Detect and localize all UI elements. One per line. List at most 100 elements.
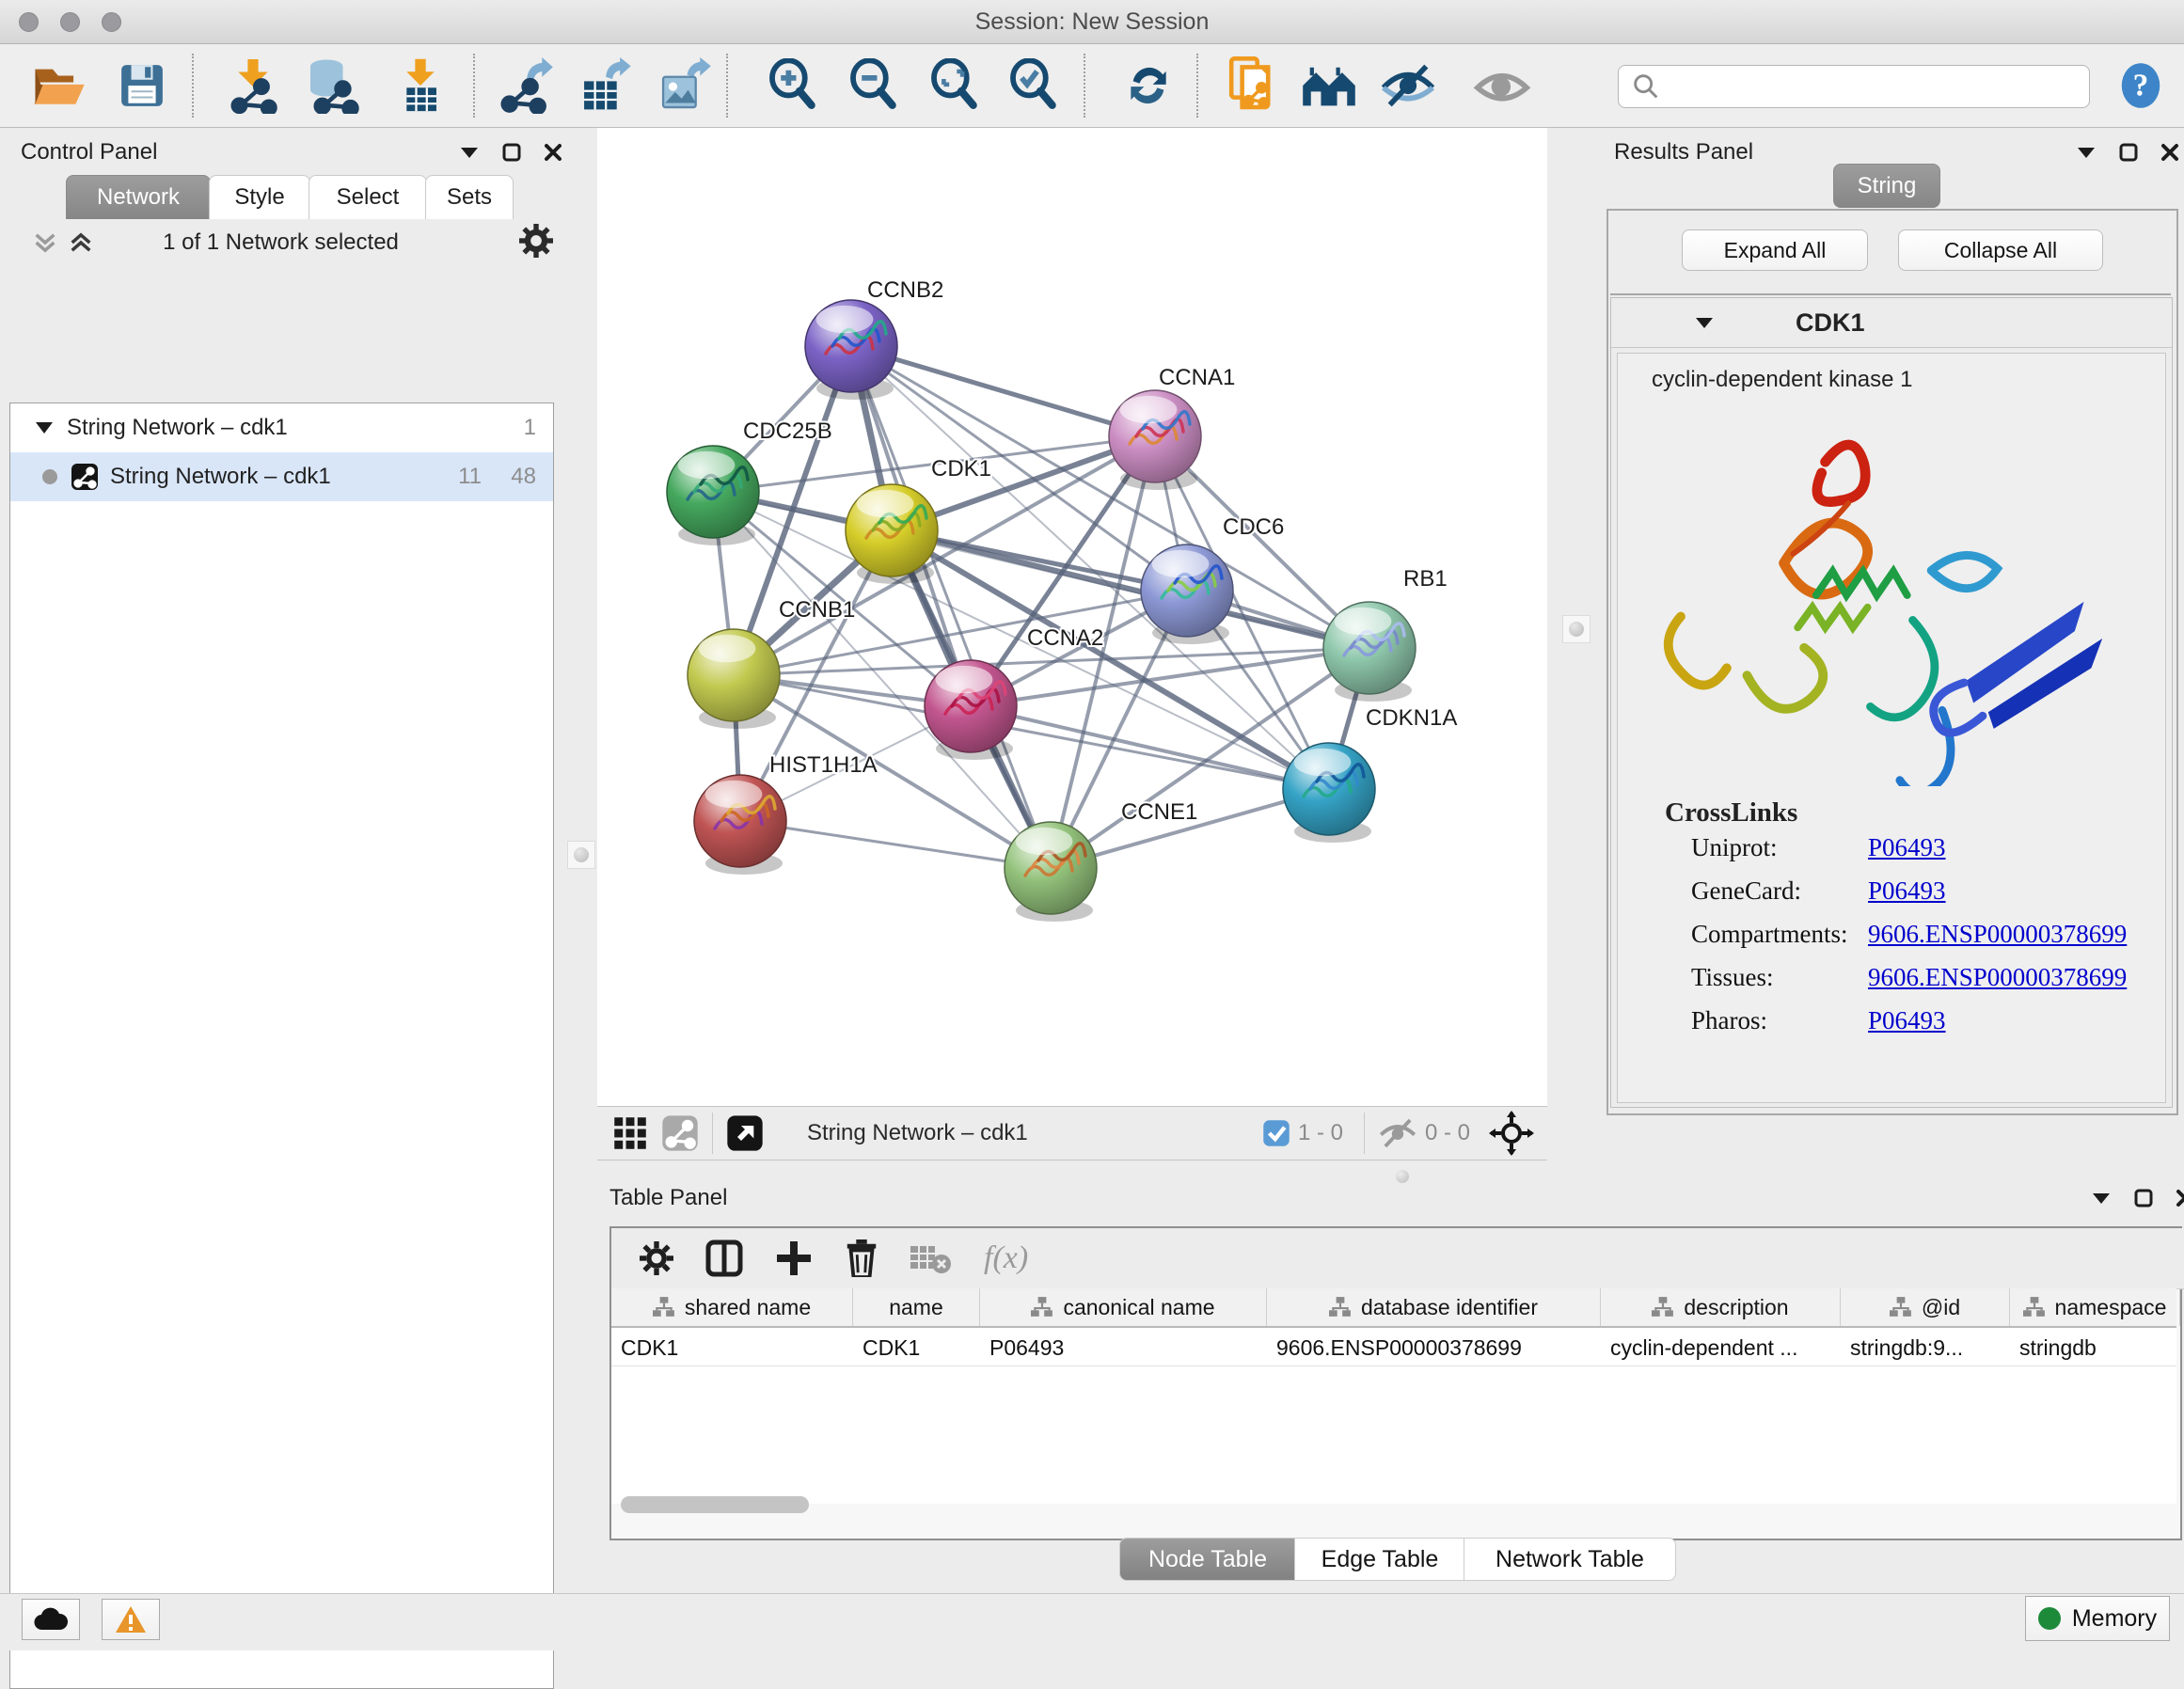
zoom-in-icon[interactable] xyxy=(764,55,822,116)
add-column-icon[interactable] xyxy=(775,1239,813,1277)
tab-string[interactable]: String xyxy=(1833,164,1940,208)
delete-table-icon[interactable] xyxy=(910,1242,952,1274)
open-session-icon[interactable] xyxy=(30,55,88,116)
panel-menu-icon[interactable] xyxy=(2091,1191,2112,1206)
expand-all-button[interactable]: Expand All xyxy=(1682,229,1868,271)
column-header[interactable]: database identifier xyxy=(1267,1288,1601,1326)
table-horizontal-scrollbar[interactable] xyxy=(621,1496,809,1513)
network-badge-icon[interactable] xyxy=(661,1114,699,1152)
show-all-icon[interactable] xyxy=(1473,55,1531,116)
apply-layout-icon[interactable] xyxy=(1119,55,1178,116)
table-cell[interactable]: CDK1 xyxy=(611,1328,853,1365)
panel-drag-dot[interactable] xyxy=(1396,1170,1409,1183)
tab-edge-table[interactable]: Edge Table xyxy=(1294,1538,1465,1581)
network-edge[interactable] xyxy=(851,346,1369,648)
table-cell[interactable]: 9606.ENSP00000378699 xyxy=(1267,1328,1601,1365)
table-settings-gear-icon[interactable] xyxy=(640,1241,673,1275)
panel-menu-icon[interactable] xyxy=(2076,145,2097,160)
panel-menu-icon[interactable] xyxy=(459,145,480,160)
column-header[interactable]: shared name xyxy=(611,1288,853,1326)
tree-expand-icon[interactable] xyxy=(35,421,54,434)
network-node[interactable] xyxy=(694,775,786,875)
float-panel-icon[interactable] xyxy=(2119,143,2138,162)
first-neighbors-icon[interactable] xyxy=(1300,55,1358,116)
hidden-eye-icon[interactable] xyxy=(1378,1117,1417,1149)
network-collection-row[interactable]: String Network – cdk1 1 xyxy=(10,403,553,452)
tab-select[interactable]: Select xyxy=(309,175,427,219)
network-node[interactable] xyxy=(688,629,780,729)
table-cell[interactable]: CDK1 xyxy=(853,1328,980,1365)
save-session-icon[interactable] xyxy=(113,55,171,116)
column-header[interactable]: namespace xyxy=(2010,1288,2180,1326)
help-icon[interactable]: ? xyxy=(2118,61,2163,110)
export-image-icon[interactable] xyxy=(655,55,713,116)
zoom-fit-icon[interactable] xyxy=(926,55,984,116)
network-edge[interactable] xyxy=(740,821,1051,868)
network-node[interactable] xyxy=(1109,390,1201,490)
collapse-all-button[interactable]: Collapse All xyxy=(1898,229,2103,271)
warnings-button[interactable] xyxy=(102,1599,160,1640)
tab-sets[interactable]: Sets xyxy=(425,175,514,219)
tab-network-table[interactable]: Network Table xyxy=(1464,1538,1676,1581)
search-input[interactable] xyxy=(1670,68,2089,105)
column-header[interactable]: description xyxy=(1601,1288,1841,1326)
delete-column-icon[interactable] xyxy=(845,1239,878,1277)
table-cell[interactable]: cyclin-dependent ... xyxy=(1601,1328,1841,1365)
network-edge[interactable] xyxy=(971,706,1329,789)
birds-eye-icon[interactable] xyxy=(1489,1111,1534,1156)
network-node[interactable] xyxy=(846,484,938,584)
column-header[interactable]: name xyxy=(853,1288,980,1326)
tab-style[interactable]: Style xyxy=(209,175,310,219)
export-network-icon[interactable] xyxy=(497,55,555,116)
crosslink-value-link[interactable]: 9606.ENSP00000378699 xyxy=(1868,963,2127,991)
right-splitter[interactable] xyxy=(1547,128,1604,1166)
table-row[interactable]: CDK1CDK1P064939606.ENSP00000378699cyclin… xyxy=(611,1328,2176,1366)
network-row[interactable]: String Network – cdk1 11 48 xyxy=(10,452,553,501)
network-node[interactable] xyxy=(1323,602,1416,702)
network-view-canvas[interactable]: CCNB2CCNA1CDC25BCDK1CDC6RB1CCNB1CCNA2CDK… xyxy=(597,128,1547,1106)
float-panel-icon[interactable] xyxy=(2134,1189,2153,1208)
function-builder-icon[interactable]: f(x) xyxy=(984,1240,1028,1276)
network-node[interactable] xyxy=(805,300,897,400)
close-panel-icon[interactable] xyxy=(2160,143,2179,162)
grid-view-icon[interactable] xyxy=(612,1115,648,1151)
column-header[interactable]: canonical name xyxy=(980,1288,1267,1326)
result-node-header[interactable]: CDK1 xyxy=(1611,298,2172,348)
cloud-button[interactable] xyxy=(22,1599,80,1640)
table-cell[interactable]: stringdb xyxy=(2010,1328,2180,1365)
hide-selected-icon[interactable] xyxy=(1379,55,1437,116)
crosslink-value-link[interactable]: 9606.ENSP00000378699 xyxy=(1868,920,2127,948)
selected-checkbox-icon[interactable] xyxy=(1262,1119,1290,1147)
tab-node-table[interactable]: Node Table xyxy=(1119,1538,1296,1581)
export-table-icon[interactable] xyxy=(576,55,634,116)
gear-icon[interactable] xyxy=(519,224,553,262)
column-header[interactable]: @id xyxy=(1841,1288,2010,1326)
crosslink-value-link[interactable]: P06493 xyxy=(1868,833,1946,861)
import-network-file-icon[interactable] xyxy=(224,55,282,116)
network-node[interactable] xyxy=(1283,743,1375,843)
network-node[interactable] xyxy=(1141,545,1233,644)
import-network-database-icon[interactable] xyxy=(303,55,361,116)
crosslink-value-link[interactable]: P06493 xyxy=(1868,1006,1946,1034)
network-node[interactable] xyxy=(925,660,1017,760)
show-columns-icon[interactable] xyxy=(705,1239,743,1277)
detach-view-icon[interactable] xyxy=(726,1114,764,1152)
left-splitter-handle[interactable] xyxy=(567,841,595,869)
close-panel-icon[interactable] xyxy=(2176,1189,2184,1208)
network-node[interactable] xyxy=(667,446,759,545)
collapse-entry-icon[interactable] xyxy=(1694,315,1715,330)
zoom-selected-icon[interactable] xyxy=(1005,55,1063,116)
search-box[interactable] xyxy=(1618,65,2090,108)
left-splitter[interactable] xyxy=(562,128,597,1571)
table-cell[interactable]: stringdb:9... xyxy=(1841,1328,2010,1365)
import-table-icon[interactable] xyxy=(391,55,450,116)
memory-button[interactable]: Memory xyxy=(2025,1596,2170,1641)
float-panel-icon[interactable] xyxy=(502,143,521,162)
network-edge[interactable] xyxy=(851,346,1155,436)
tab-network[interactable]: Network xyxy=(66,175,211,219)
crosslink-value-link[interactable]: P06493 xyxy=(1868,876,1946,905)
table-cell[interactable]: P06493 xyxy=(980,1328,1267,1365)
clone-network-icon[interactable] xyxy=(1223,55,1281,116)
network-node[interactable] xyxy=(1005,822,1097,922)
right-splitter-handle[interactable] xyxy=(1562,615,1591,643)
